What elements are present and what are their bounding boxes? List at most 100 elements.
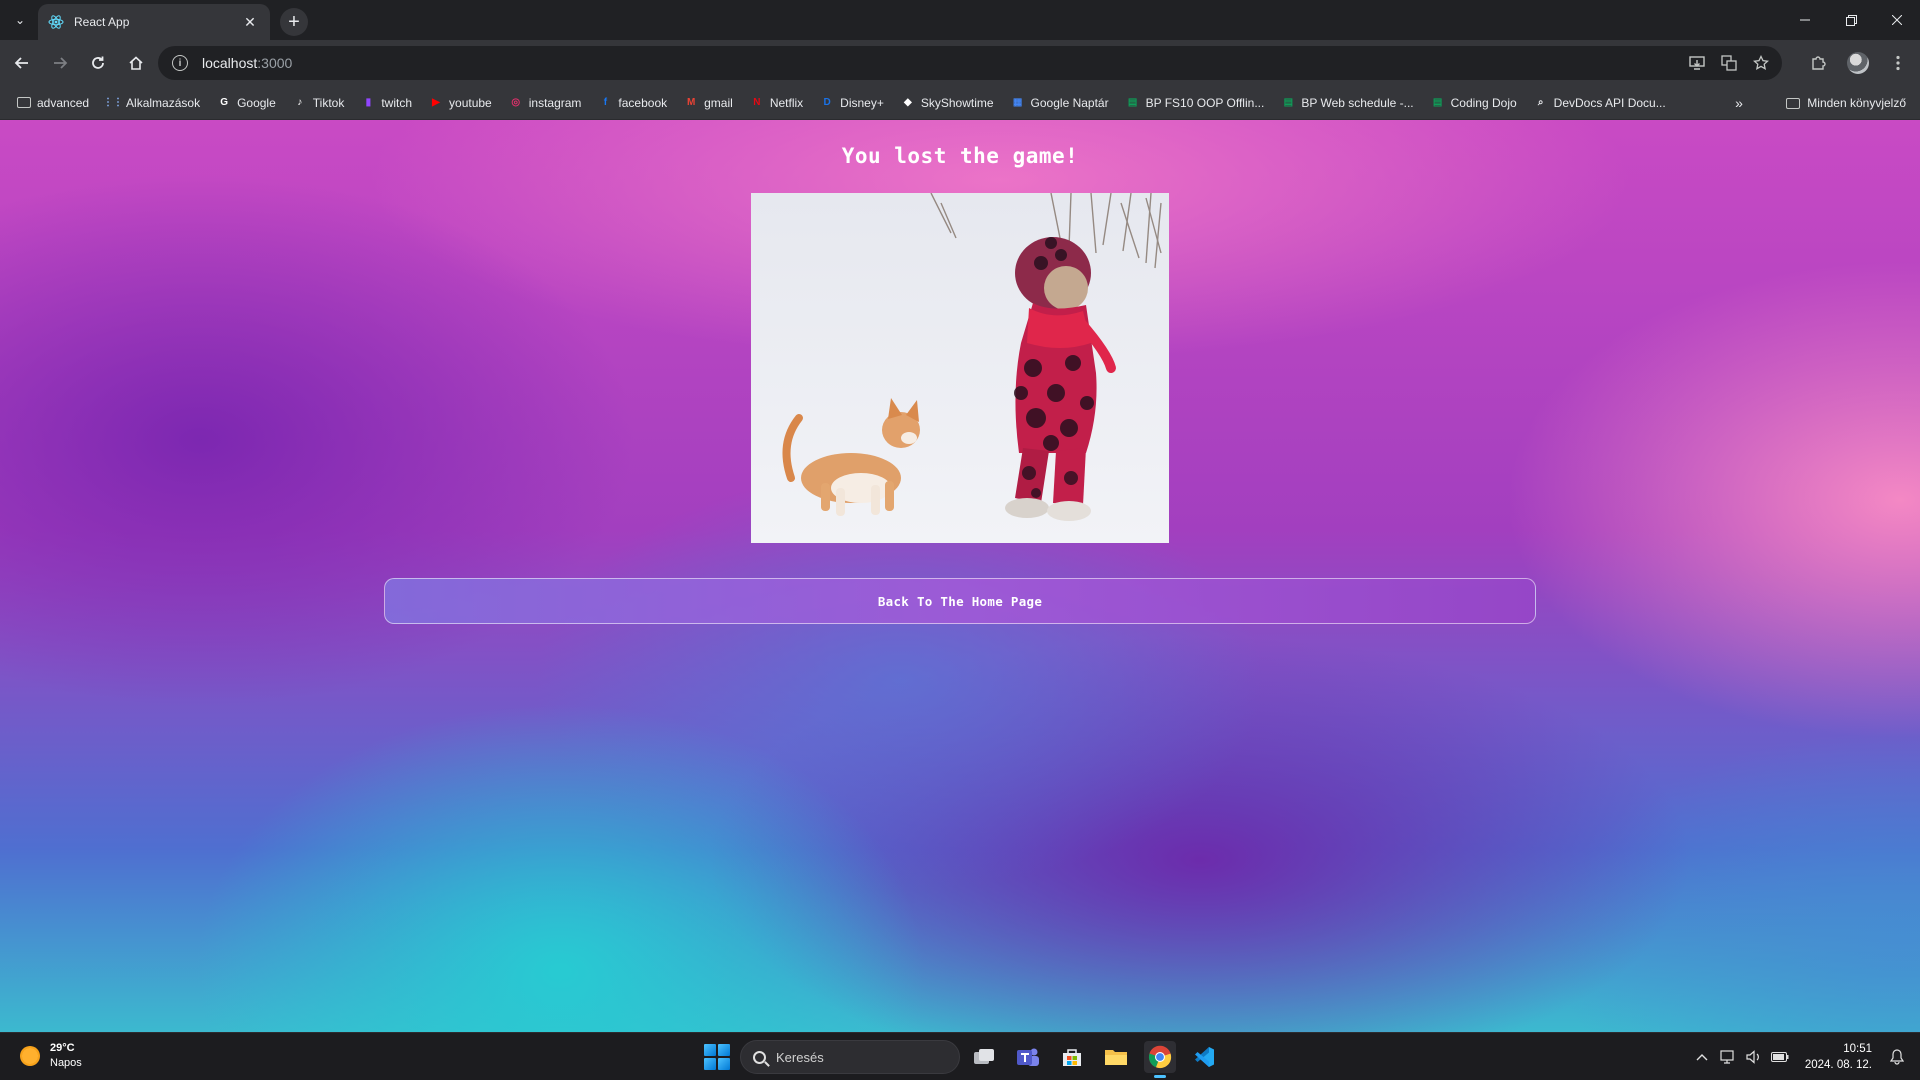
page-title: You lost the game!	[841, 144, 1079, 168]
tiktok-icon: ♪	[297, 97, 303, 108]
bookmark-devdocs-api-docu[interactable]: ⌕ DevDocs API Docu...	[1529, 90, 1671, 116]
tab-close-icon[interactable]: ✕	[240, 12, 260, 32]
apps-grid-icon: ⋮⋮	[103, 97, 124, 108]
tab-react-app[interactable]: React App ✕	[38, 4, 270, 40]
bookmark-bp-web-schedule[interactable]: ▤ BP Web schedule -...	[1276, 90, 1418, 116]
bookmark-advanced[interactable]: advanced	[12, 90, 94, 116]
chevron-up-icon[interactable]	[1691, 1046, 1713, 1068]
bookmark-label: youtube	[449, 95, 492, 110]
bookmark-label: Google	[237, 95, 276, 110]
battery-icon[interactable]	[1769, 1046, 1791, 1068]
bookmark-youtube[interactable]: ▶ youtube	[424, 90, 497, 116]
weather-description: Napos	[50, 1057, 82, 1069]
bookmark-label: DevDocs API Docu...	[1553, 95, 1666, 110]
restore-icon[interactable]	[1828, 0, 1874, 40]
disney-icon: D	[823, 97, 831, 108]
back-to-home-button[interactable]: Back To The Home Page	[384, 578, 1536, 624]
site-info-icon[interactable]: i	[172, 55, 188, 71]
windows-start-icon[interactable]	[704, 1044, 730, 1070]
home-icon[interactable]	[120, 47, 152, 79]
bookmarks-overflow-icon[interactable]: »	[1726, 90, 1752, 116]
all-bookmarks-folder[interactable]: Minden könyvjelző	[1786, 90, 1906, 116]
tab-title: React App	[74, 15, 130, 29]
clock-date: 2024. 08. 12.	[1804, 1059, 1872, 1071]
extensions-puzzle-icon[interactable]	[1800, 45, 1836, 81]
sun-icon	[20, 1046, 40, 1066]
avatar	[1847, 52, 1869, 74]
google-icon: G	[220, 97, 228, 108]
lost-game-gif	[751, 193, 1169, 543]
new-tab-button[interactable]: +	[280, 8, 308, 36]
search-icon	[753, 1050, 766, 1064]
address-port: :3000	[257, 55, 293, 71]
forward-arrow-icon[interactable]	[44, 47, 76, 79]
notification-bell-icon[interactable]	[1886, 1046, 1908, 1068]
close-window-icon[interactable]	[1874, 0, 1920, 40]
task-view-icon[interactable]	[968, 1041, 1000, 1073]
bookmark-disney[interactable]: D Disney+	[815, 90, 889, 116]
bookmark-bp-fs10-oop-offlin[interactable]: ▤ BP FS10 OOP Offlin...	[1121, 90, 1270, 116]
windows-taskbar: 29°C Napos Keresés 10:51 2024. 08. 12.	[0, 1032, 1920, 1080]
system-tray: 10:51 2024. 08. 12.	[1691, 1033, 1920, 1080]
teams-icon[interactable]	[1012, 1041, 1044, 1073]
back-arrow-icon[interactable]	[6, 47, 38, 79]
all-bookmarks-label: Minden könyvjelző	[1807, 96, 1906, 110]
bookmark-coding-dojo[interactable]: ▤ Coding Dojo	[1426, 90, 1522, 116]
install-app-icon[interactable]	[1688, 54, 1706, 72]
bookmark-label: gmail	[704, 95, 733, 110]
menu-kebab-icon[interactable]	[1880, 45, 1916, 81]
bookmark-twitch[interactable]: ▮ twitch	[356, 90, 417, 116]
bookmark-star-icon[interactable]	[1752, 54, 1770, 72]
bookmark-label: instagram	[528, 95, 582, 110]
calendar-icon: ▦	[1012, 97, 1023, 108]
bookmark-gmail[interactable]: Mgmail	[679, 90, 738, 116]
reload-icon[interactable]	[82, 47, 114, 79]
active-app-indicator	[1154, 1075, 1166, 1078]
microsoft-store-icon[interactable]	[1056, 1041, 1088, 1073]
chrome-icon[interactable]	[1144, 1041, 1176, 1078]
network-icon[interactable]	[1717, 1046, 1739, 1068]
bookmark-label: Disney+	[840, 95, 884, 110]
bookmark-netflix[interactable]: N Netflix	[745, 90, 808, 116]
bookmark-instagram[interactable]: ◎ instagram	[504, 90, 587, 116]
window-controls	[1782, 0, 1920, 40]
address-bar[interactable]: i localhost:3000	[158, 46, 1782, 80]
minimize-icon[interactable]	[1782, 0, 1828, 40]
taskbar-search-box[interactable]: Keresés	[740, 1040, 960, 1074]
weather-widget[interactable]: 29°C Napos	[20, 1041, 82, 1071]
bookmark-alkalmazások[interactable]: ⋮⋮ Alkalmazások	[101, 90, 205, 116]
bookmark-label: Netflix	[769, 95, 804, 110]
youtube-icon: ▶	[432, 97, 440, 108]
skyshowtime-icon: ◆	[903, 97, 912, 108]
bookmark-skyshowtime[interactable]: ◆ SkyShowtime	[896, 90, 999, 116]
bookmark-google-naptár[interactable]: ▦ Google Naptár	[1006, 90, 1114, 116]
vscode-icon[interactable]	[1188, 1041, 1220, 1073]
instagram-icon: ◎	[511, 97, 521, 108]
devdocs-icon: ⌕	[1537, 97, 1544, 108]
bookmark-label: twitch	[381, 95, 413, 110]
gmail-icon: M	[686, 97, 696, 108]
folder-icon	[17, 97, 31, 108]
bookmark-label: SkyShowtime	[920, 95, 994, 110]
bookmark-facebook[interactable]: f facebook	[593, 90, 672, 116]
sheets-icon: ▤	[1283, 97, 1294, 108]
folder-icon	[1786, 97, 1801, 109]
taskbar-search-placeholder: Keresés	[776, 1049, 824, 1065]
bookmark-label: Google Naptár	[1030, 95, 1109, 110]
bookmark-tiktok[interactable]: ♪ Tiktok	[288, 90, 350, 116]
file-explorer-icon[interactable]	[1100, 1041, 1132, 1073]
profile-avatar[interactable]	[1840, 45, 1876, 81]
address-bar-actions	[1688, 46, 1770, 80]
bookmark-google[interactable]: G Google	[212, 90, 281, 116]
sheets-icon: ▤	[1127, 97, 1138, 108]
volume-icon[interactable]	[1743, 1046, 1765, 1068]
taskbar-clock[interactable]: 10:51 2024. 08. 12.	[1805, 1041, 1872, 1073]
tab-search-chevron-icon[interactable]: ⌄	[8, 8, 32, 32]
bookmark-label: facebook	[618, 95, 668, 110]
translate-icon[interactable]	[1720, 54, 1738, 72]
browser-toolbar: i localhost:3000	[0, 40, 1920, 86]
weather-temperature: 29°C	[50, 1042, 75, 1054]
bookmarks-bar: advanced ⋮⋮ Alkalmazások G Google ♪ Tiktok ▮ twi…	[0, 86, 1920, 120]
bookmark-label: Tiktok	[312, 95, 345, 110]
sheets-icon: ▤	[1432, 97, 1443, 108]
